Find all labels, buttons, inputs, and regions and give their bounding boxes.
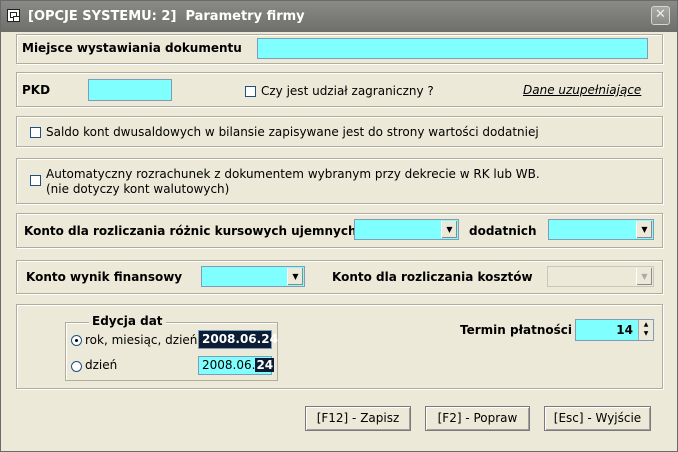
- termin-spinner[interactable]: 14 ▲ ▼: [575, 319, 654, 341]
- dialog-window: [OPCJE SYSTEMU: 2] Parametry firmy ✕ Mie…: [0, 0, 678, 452]
- panel-pkd: PKD Czy jest udział zagraniczny ? Dane u…: [16, 72, 663, 107]
- radio-dzien[interactable]: [71, 361, 82, 372]
- dane-uzupelniajace-link[interactable]: Dane uzupełniające: [523, 83, 641, 97]
- date-prefix: 2008.06.: [202, 358, 256, 372]
- chevron-down-icon[interactable]: ▼: [441, 221, 457, 238]
- pkd-label: PKD: [22, 83, 51, 97]
- window-title: [OPCJE SYSTEMU: 2] Parametry firmy: [28, 9, 305, 24]
- spin-down-icon[interactable]: ▼: [639, 329, 653, 338]
- title-bar[interactable]: [OPCJE SYSTEMU: 2] Parametry firmy ✕: [1, 1, 677, 32]
- wynik-select[interactable]: ▼: [201, 266, 305, 287]
- roznice-label: Konto dla rozliczania różnic kursowych u…: [24, 224, 357, 238]
- miejsce-label: Miejsce wystawiania dokumentu: [22, 41, 242, 55]
- rozrachunek-checkbox[interactable]: [30, 175, 41, 186]
- koszty-select: ▼: [547, 266, 654, 287]
- popraw-button[interactable]: [F2] - Popraw: [425, 406, 530, 431]
- pkd-input[interactable]: [88, 79, 172, 101]
- panel-miejsce: Miejsce wystawiania dokumentu: [16, 34, 663, 64]
- saldo-label: Saldo kont dwusaldowych w bilansie zapis…: [46, 125, 539, 139]
- spinner-buttons[interactable]: ▲ ▼: [638, 320, 653, 340]
- udzial-label: Czy jest udział zagraniczny ?: [261, 84, 434, 98]
- dodatnie-label: dodatnich: [469, 224, 537, 238]
- wyjscie-button[interactable]: [Esc] - Wyjście: [544, 406, 651, 431]
- spin-up-icon[interactable]: ▲: [639, 320, 653, 329]
- chevron-down-icon: ▼: [636, 268, 652, 285]
- panel-saldo: Saldo kont dwusaldowych w bilansie zapis…: [16, 116, 663, 147]
- panel-roznice: Konto dla rozliczania różnic kursowych u…: [16, 213, 663, 248]
- panel-rozrachunek: Automatyczny rozrachunek z dokumentem wy…: [16, 158, 663, 204]
- termin-value: 14: [616, 323, 633, 337]
- udzial-checkbox[interactable]: [245, 86, 256, 97]
- panel-daty: Edycja dat rok, miesiąc, dzień 2008.06.2…: [16, 304, 663, 389]
- wynik-label: Konto wynik finansowy: [26, 270, 183, 284]
- option1-label: rok, miesiąc, dzień: [85, 333, 198, 347]
- date-day-field[interactable]: 2008.06.24: [198, 356, 275, 375]
- ujemne-select[interactable]: ▼: [354, 219, 459, 240]
- termin-label: Termin płatności: [460, 323, 573, 337]
- miejsce-input[interactable]: [257, 38, 648, 59]
- radio-rok-miesiac-dzien[interactable]: [71, 335, 82, 346]
- saldo-checkbox[interactable]: [30, 127, 41, 138]
- close-icon[interactable]: ✕: [651, 6, 670, 25]
- date-day-highlight: 24: [255, 358, 275, 372]
- dodatnie-select[interactable]: ▼: [548, 219, 654, 240]
- app-window-icon: [7, 9, 20, 22]
- panel-konta: Konto wynik finansowy ▼ Konto dla rozlic…: [16, 260, 663, 294]
- zapisz-button[interactable]: [F12] - Zapisz: [305, 406, 411, 431]
- koszty-label: Konto dla rozliczania kosztów: [332, 270, 533, 284]
- option2-label: dzień: [85, 358, 118, 372]
- edycja-dat-title: Edycja dat: [89, 314, 166, 328]
- date-full-field[interactable]: 2008.06.24: [198, 330, 278, 349]
- rozrachunek-label-line1: Automatyczny rozrachunek z dokumentem wy…: [46, 167, 540, 181]
- chevron-down-icon[interactable]: ▼: [636, 221, 652, 238]
- chevron-down-icon[interactable]: ▼: [287, 268, 303, 285]
- rozrachunek-label-line2: (nie dotyczy kont walutowych): [46, 182, 230, 196]
